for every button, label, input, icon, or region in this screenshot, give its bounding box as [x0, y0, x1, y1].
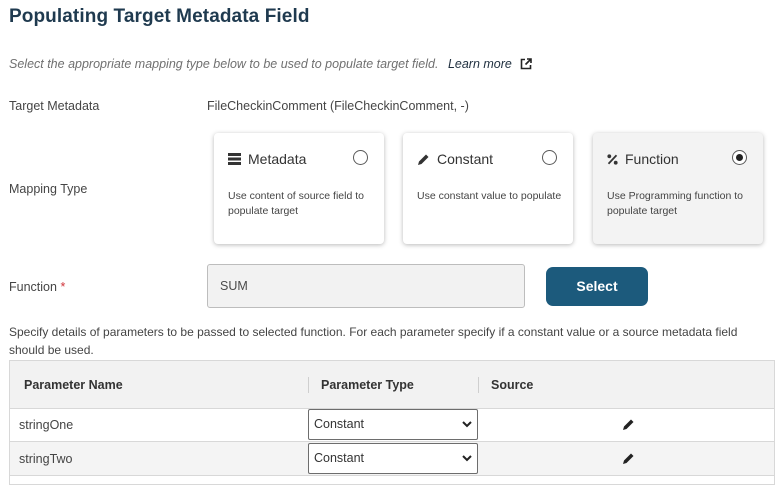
mapping-card-header: Metadata [228, 151, 306, 167]
edit-source-icon[interactable] [622, 418, 635, 431]
parameter-type-value: Constant [314, 451, 365, 465]
parameters-description: Specify details of parameters to be pass… [9, 325, 738, 357]
parameter-type-value: Constant [314, 417, 365, 431]
function-radio[interactable] [732, 150, 747, 165]
list-icon [228, 153, 241, 165]
percent-icon [607, 153, 618, 165]
mapping-card-description: Use content of source field to populate … [228, 190, 364, 217]
function-label-text: Function [9, 280, 57, 294]
parameter-name-cell: stringOne [19, 418, 74, 432]
parameters-table: Parameter Name Parameter Type Source str… [9, 360, 775, 485]
mapping-card-metadata[interactable]: Metadata Use content of source field to … [214, 133, 384, 244]
mapping-card-title: Metadata [248, 151, 307, 167]
column-header-source[interactable]: Source [491, 378, 533, 392]
table-header: Parameter Name Parameter Type Source [10, 361, 774, 409]
mapping-type-label: Mapping Type [9, 182, 88, 196]
parameter-type-select[interactable]: Constant [308, 409, 478, 440]
page-title: Populating Target Metadata Field [9, 6, 310, 27]
column-divider [478, 377, 479, 393]
learn-more-link[interactable]: Learn more [447, 57, 533, 71]
function-label: Function * [9, 280, 65, 294]
select-function-button[interactable]: Select [546, 267, 648, 306]
mapping-card-description: Use constant value to populate [417, 190, 562, 202]
mapping-card-title: Constant [437, 151, 494, 167]
column-header-parameter-type[interactable]: Parameter Type [321, 378, 414, 392]
table-row: stringTwo Constant [10, 442, 774, 476]
mapping-card-description: Use Programming function to populate tar… [607, 190, 743, 217]
chevron-down-icon [462, 455, 472, 462]
column-header-parameter-name[interactable]: Parameter Name [24, 378, 123, 392]
target-metadata-value: FileCheckinComment (FileCheckinComment, … [207, 99, 469, 113]
mapping-card-header: Function [607, 151, 679, 167]
metadata-radio[interactable] [353, 150, 368, 165]
mapping-card-title: Function [625, 151, 679, 167]
page-subtitle: Select the appropriate mapping type belo… [9, 57, 533, 71]
pencil-icon [417, 153, 430, 166]
constant-radio[interactable] [542, 150, 557, 165]
mapping-card-function[interactable]: Function Use Programming function to pop… [593, 133, 763, 244]
required-marker: * [60, 280, 66, 294]
subtitle-text: Select the appropriate mapping type belo… [9, 57, 439, 71]
parameter-type-select[interactable]: Constant [308, 443, 478, 474]
function-input[interactable]: SUM [207, 264, 525, 308]
external-link-icon [521, 58, 533, 70]
mapping-card-header: Constant [417, 151, 493, 167]
chevron-down-icon [462, 421, 472, 428]
learn-more-label: Learn more [447, 57, 512, 71]
parameter-name-cell: stringTwo [19, 452, 73, 466]
target-metadata-label: Target Metadata [9, 99, 100, 113]
column-divider [308, 377, 309, 393]
table-row: stringOne Constant [10, 408, 774, 442]
edit-source-icon[interactable] [622, 452, 635, 465]
mapping-card-constant[interactable]: Constant Use constant value to populate [403, 133, 573, 244]
